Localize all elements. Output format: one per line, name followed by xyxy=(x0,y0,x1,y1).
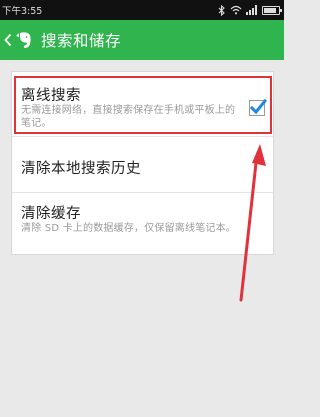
annotation-arrow xyxy=(239,144,266,302)
screen: 下午3:55 搜索和储存 离线搜索 无需连接网络，直接搜索保存在手机或平板上的笔… xyxy=(0,0,284,417)
